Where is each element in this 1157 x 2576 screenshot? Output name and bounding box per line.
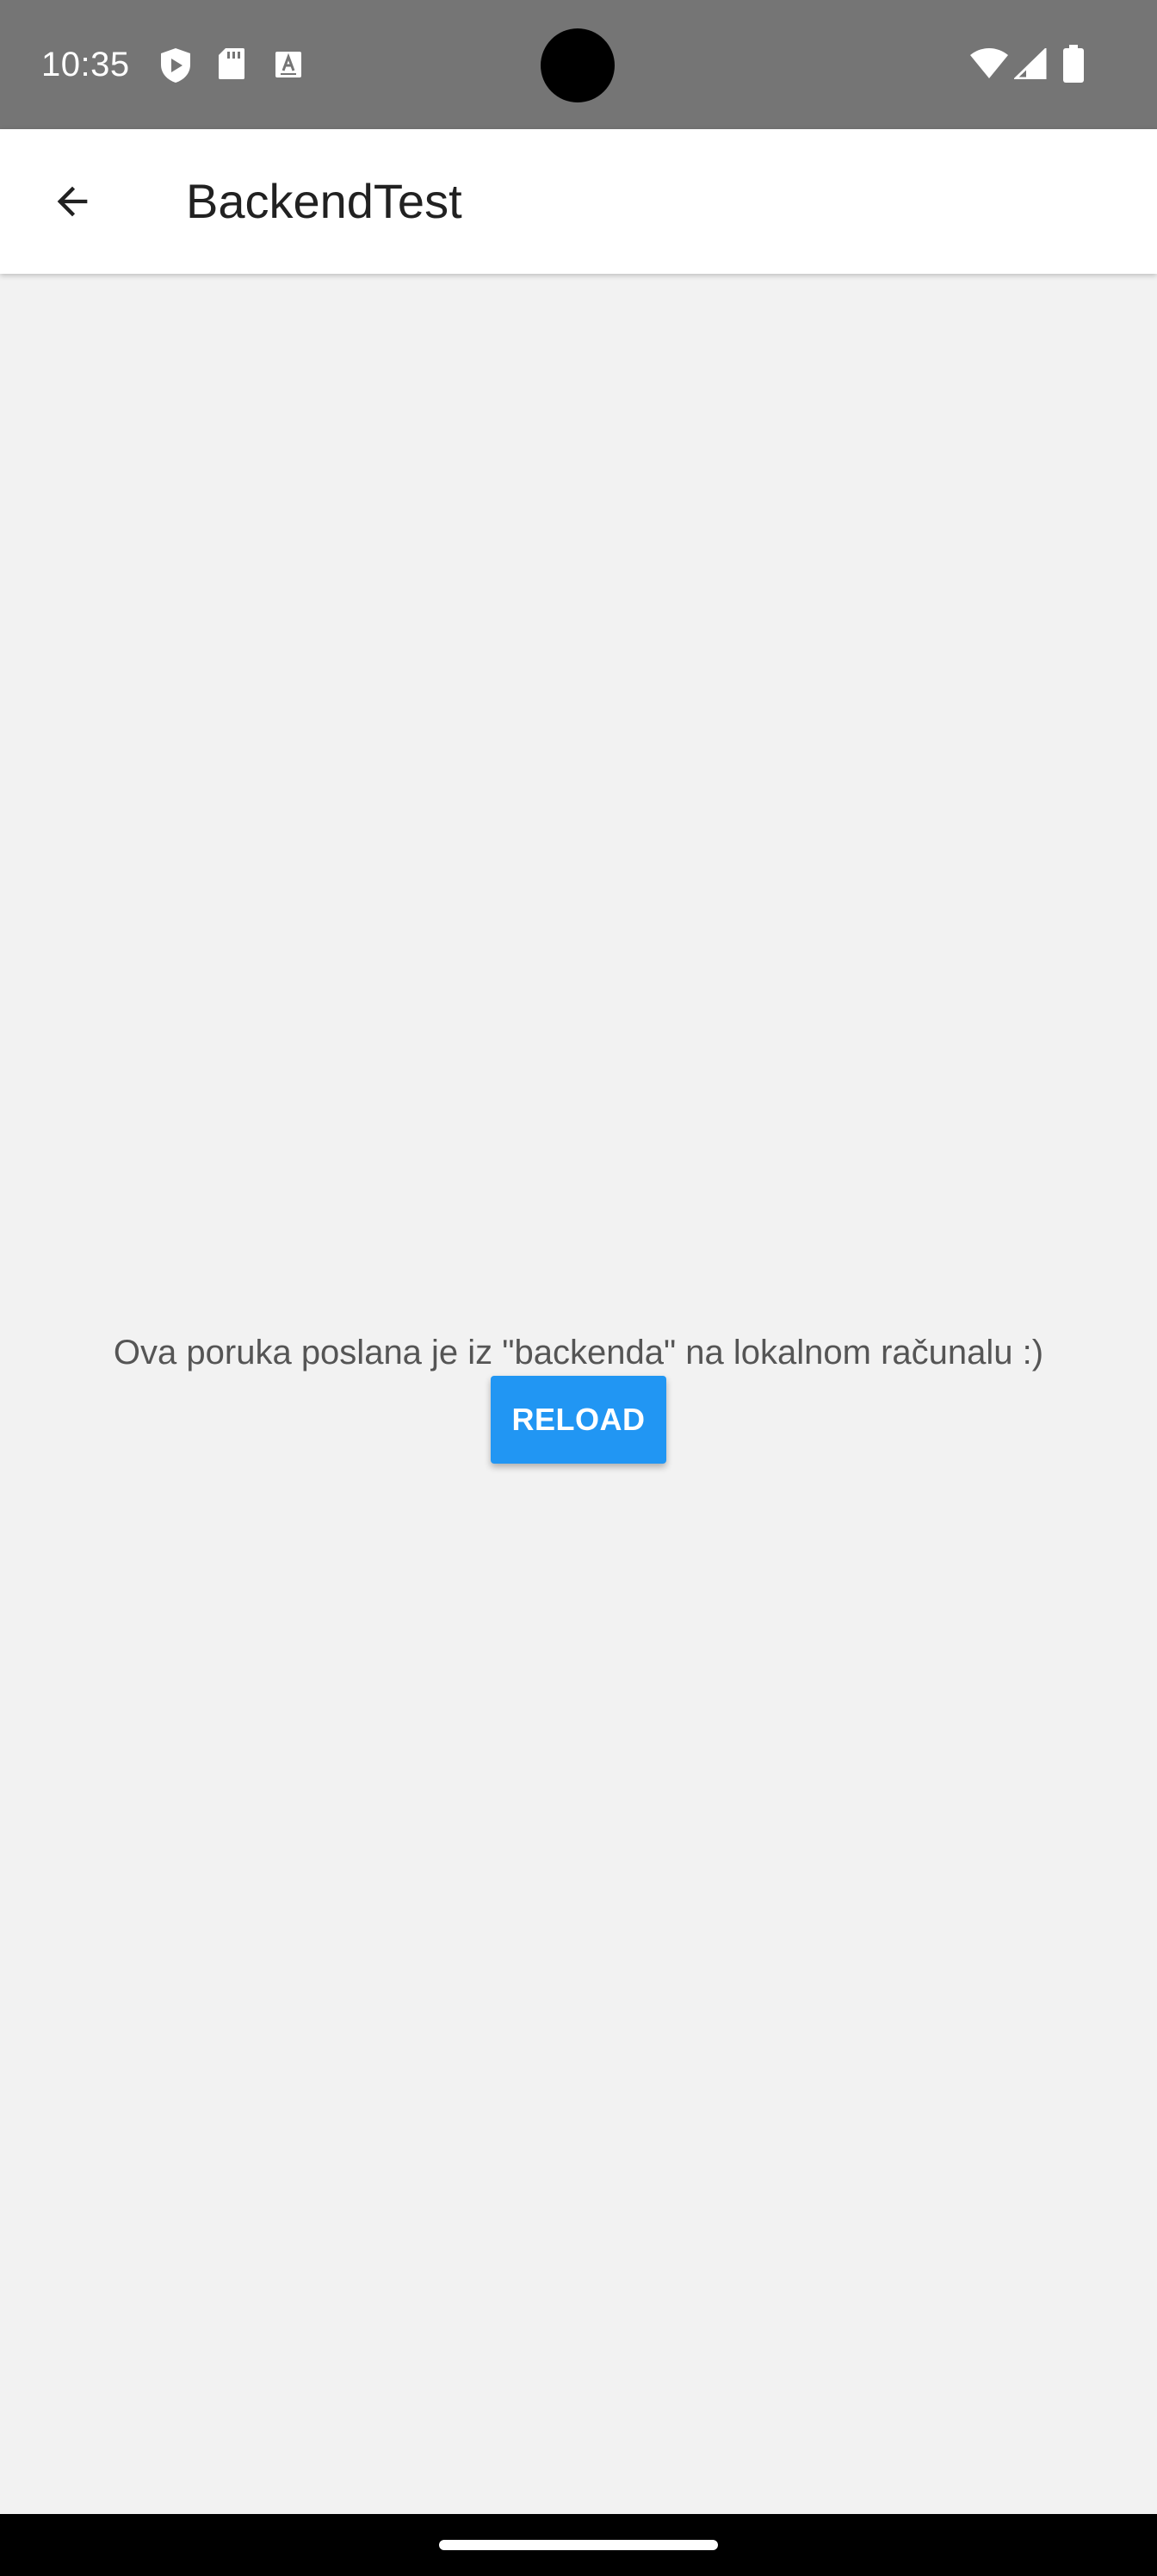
shield-icon [158,46,193,89]
navigation-bar [0,2514,1157,2576]
back-button[interactable] [38,167,107,236]
keyboard-a-icon [274,50,303,84]
backend-message: Ova poruka poslana je iz "backenda" na l… [113,1334,1044,1372]
camera-cutout [541,28,615,102]
page-title: BackendTest [186,174,462,228]
battery-icon [1062,45,1085,87]
main-content: Ova poruka poslana je iz "backenda" na l… [0,274,1157,2514]
status-bar: 10:35 [0,0,1157,129]
arrow-back-icon [50,179,95,224]
screen: 10:35 BackendTest Ova poruka poslana je … [0,0,1157,2576]
wifi-icon [969,48,1009,84]
reload-button[interactable]: RELOAD [491,1376,666,1464]
status-time: 10:35 [41,46,130,84]
cell-signal-icon [1012,46,1047,84]
gesture-handle[interactable] [439,2540,718,2550]
sd-card-icon [217,46,246,85]
app-bar: BackendTest [0,129,1157,274]
